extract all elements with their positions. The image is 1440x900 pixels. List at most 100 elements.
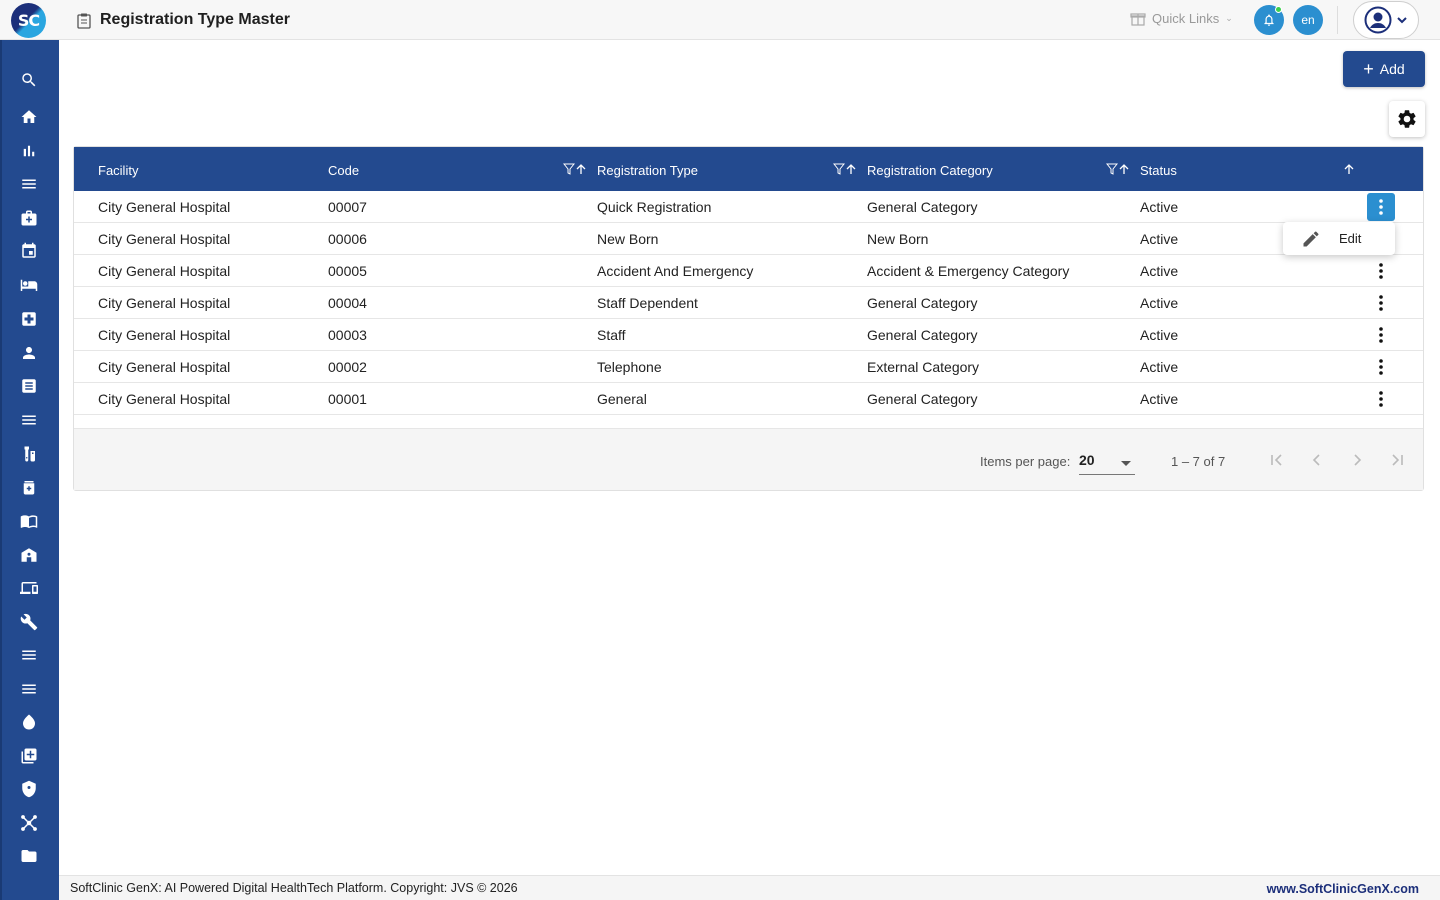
header-divider	[1337, 6, 1338, 34]
person-icon	[23, 347, 35, 359]
chevron-right-icon	[1354, 454, 1362, 466]
language-button[interactable]: en	[1293, 5, 1323, 35]
previous-page-button[interactable]	[1305, 448, 1329, 472]
more-vert-icon	[1379, 359, 1383, 375]
sidebar-item-store[interactable]	[18, 544, 40, 566]
sidebar-item-pharmacy[interactable]	[18, 476, 40, 498]
chevron-left-icon	[1312, 454, 1320, 466]
profile-menu[interactable]	[1353, 1, 1419, 39]
chevron-down-icon: ⌄	[1225, 12, 1233, 23]
cell-status: Active	[1140, 263, 1179, 279]
sidebar-item-menu[interactable]	[18, 173, 40, 195]
sidebar-item-tools[interactable]	[18, 611, 40, 633]
sort-arrow-up-icon[interactable]	[575, 163, 587, 175]
next-page-button[interactable]	[1345, 448, 1369, 472]
book-icon	[20, 515, 38, 529]
more-vert-icon	[1379, 391, 1383, 407]
sidebar-item-records[interactable]	[18, 510, 40, 532]
cell-registration-category: General Category	[867, 391, 978, 407]
cell-code: 00005	[328, 263, 367, 279]
footer: SoftClinic GenX: AI Powered Digital Heal…	[59, 875, 1440, 900]
sidebar-item-lab[interactable]	[18, 443, 40, 465]
sort-arrow-up-icon[interactable]	[845, 163, 857, 175]
items-per-page-select[interactable]: 20	[1079, 449, 1135, 475]
sidebar-item-inpatient[interactable]	[18, 274, 40, 296]
shield-icon	[22, 780, 36, 798]
table-row[interactable]: City General Hospital 00006 New Born New…	[74, 223, 1423, 255]
sidebar-item-security[interactable]	[18, 778, 40, 800]
column-header-status[interactable]: Status	[1140, 163, 1177, 178]
sidebar-item-search[interactable]	[18, 69, 40, 91]
footer-website-link[interactable]: www.SoftClinicGenX.com	[1267, 882, 1419, 896]
sidebar-item-billing[interactable]	[18, 375, 40, 397]
sidebar-item-blood-bank[interactable]	[18, 711, 40, 733]
sidebar-item-home[interactable]	[18, 106, 40, 128]
row-actions-menu: Edit	[1283, 222, 1395, 255]
sidebar-item-network[interactable]	[18, 812, 40, 834]
medical-bag-icon	[21, 210, 37, 226]
lab-icon	[24, 446, 35, 462]
search-icon	[22, 73, 36, 87]
sort-arrow-up-icon[interactable]	[1118, 163, 1130, 175]
row-actions-button[interactable]	[1367, 193, 1395, 221]
table-row[interactable]: City General Hospital 00007 Quick Regist…	[74, 191, 1423, 223]
sidebar-item-list-3[interactable]	[18, 678, 40, 700]
sidebar-item-reports[interactable]	[18, 140, 40, 162]
cell-facility: City General Hospital	[98, 359, 231, 375]
last-page-button[interactable]	[1385, 448, 1409, 472]
sidebar-item-emergency[interactable]	[18, 308, 40, 330]
row-actions-button[interactable]	[1367, 289, 1395, 317]
table-row[interactable]: City General Hospital 00005 Accident And…	[74, 255, 1423, 287]
cell-status: Active	[1140, 327, 1179, 343]
table-row[interactable]: City General Hospital 00003 Staff Genera…	[74, 319, 1423, 351]
sidebar-item-patients[interactable]	[18, 342, 40, 364]
cell-status: Active	[1140, 199, 1179, 215]
folder-icon	[21, 850, 37, 862]
cell-registration-category: External Category	[867, 359, 980, 375]
sidebar-item-appointments[interactable]	[18, 240, 40, 262]
cell-registration-type: Telephone	[597, 359, 662, 375]
medical-cross-icon	[22, 312, 36, 326]
edit-menu-item[interactable]: Edit	[1339, 231, 1361, 246]
notifications-button[interactable]	[1254, 5, 1284, 35]
app-logo[interactable]: SC	[11, 3, 46, 38]
paginator: Items per page: 20 1 – 7 of 7	[74, 428, 1423, 490]
bell-icon	[1264, 14, 1274, 26]
add-button[interactable]: + Add	[1343, 51, 1425, 87]
table-header: Facility Code Registration Type Registra…	[74, 147, 1423, 191]
items-per-page-value: 20	[1079, 452, 1095, 468]
sidebar-item-list-2[interactable]	[18, 644, 40, 666]
sort-arrow-up-icon[interactable]	[1343, 163, 1355, 175]
bar-chart-icon	[23, 145, 35, 157]
column-header-registration-type[interactable]: Registration Type	[597, 163, 698, 178]
column-header-facility[interactable]: Facility	[98, 163, 138, 178]
column-header-code[interactable]: Code	[328, 163, 359, 178]
cell-facility: City General Hospital	[98, 263, 231, 279]
row-actions-button[interactable]	[1367, 257, 1395, 285]
row-actions-button[interactable]	[1367, 353, 1395, 381]
row-actions-button[interactable]	[1367, 385, 1395, 413]
filter-icon[interactable]	[833, 163, 845, 175]
column-header-registration-category[interactable]: Registration Category	[867, 163, 993, 178]
bed-icon	[20, 279, 38, 291]
table-row[interactable]: City General Hospital 00004 Staff Depend…	[74, 287, 1423, 319]
last-page-icon	[1392, 454, 1403, 466]
quick-links-menu[interactable]: Quick Links ⌄	[1130, 10, 1233, 26]
row-actions-button[interactable]	[1367, 321, 1395, 349]
sidebar-item-files[interactable]	[18, 845, 40, 867]
devices-icon	[20, 582, 38, 594]
table-row[interactable]: City General Hospital 00001 General Gene…	[74, 383, 1423, 415]
table-settings-button[interactable]	[1389, 101, 1425, 137]
sidebar-item-medical[interactable]	[18, 207, 40, 229]
table-row[interactable]: City General Hospital 00002 Telephone Ex…	[74, 351, 1423, 383]
first-page-button[interactable]	[1265, 448, 1289, 472]
cell-registration-type: Quick Registration	[597, 199, 712, 215]
type-column-actions	[833, 163, 857, 175]
sidebar-item-list[interactable]	[18, 409, 40, 431]
add-button-label: Add	[1379, 61, 1405, 77]
sidebar-item-add-library[interactable]	[18, 745, 40, 767]
filter-icon[interactable]	[563, 163, 575, 175]
store-icon	[21, 548, 37, 562]
sidebar-item-devices[interactable]	[18, 577, 40, 599]
filter-icon[interactable]	[1106, 163, 1118, 175]
